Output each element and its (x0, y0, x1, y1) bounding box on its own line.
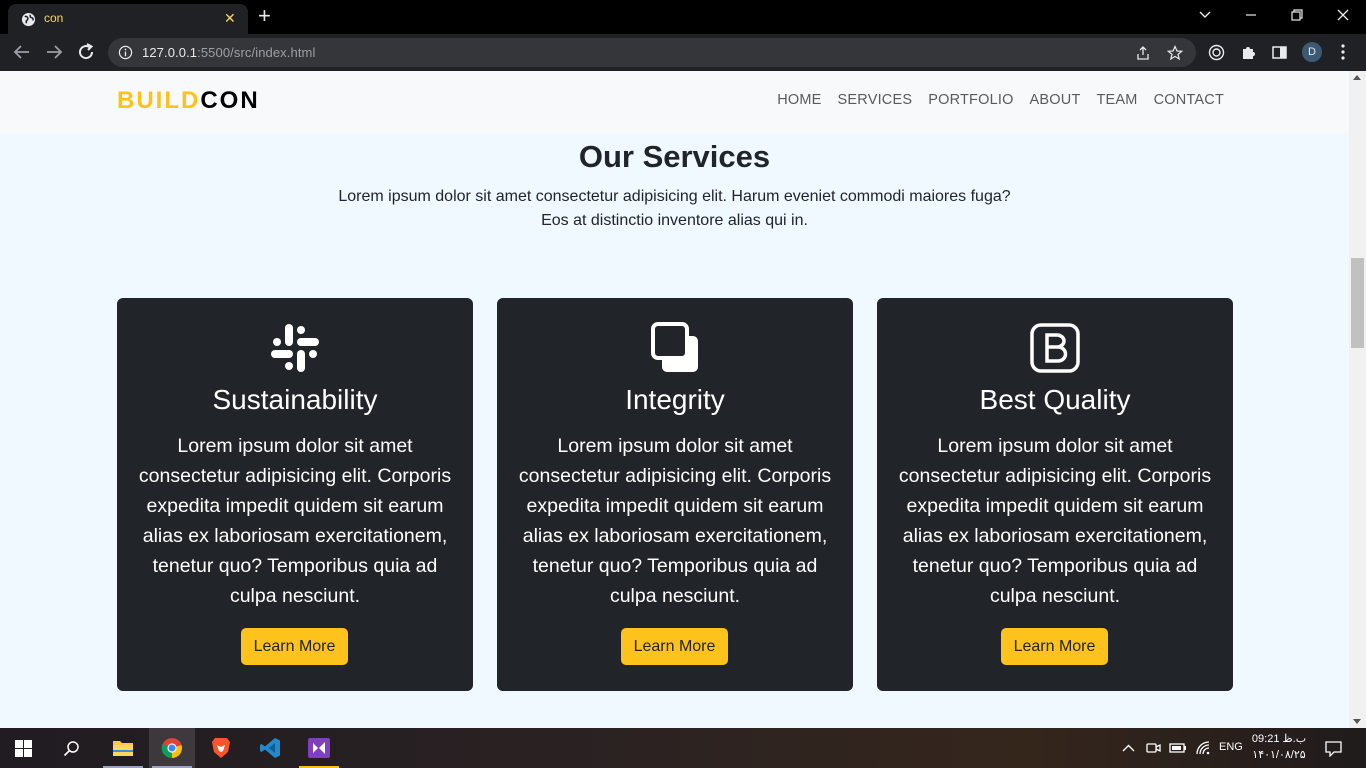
service-card-sustainability: Sustainability Lorem ipsum dolor sit ame… (117, 298, 473, 691)
tab-close-icon[interactable]: ✕ (224, 9, 236, 27)
windows-taskbar: ENG 09:21 ب.ظ ۱۴۰۱/۰۸/۲۵ (0, 728, 1366, 768)
minimize-icon[interactable] (1244, 8, 1258, 22)
menu-dots-icon[interactable] (1340, 42, 1346, 62)
brand-logo[interactable]: BUILDCON (117, 87, 260, 115)
section-title: Our Services (578, 139, 771, 174)
search-icon[interactable] (63, 740, 80, 757)
subtitle-line-1: Lorem ipsum dolor sit amet consectetur a… (338, 188, 1011, 205)
service-card-best-quality: Best Quality Lorem ipsum dolor sit amet … (877, 298, 1233, 691)
nav-team[interactable]: TEAM (1097, 92, 1138, 108)
card-text: Lorem ipsum dolor sit amet consectetur a… (138, 435, 452, 607)
scroll-up-arrow-icon[interactable] (1353, 75, 1361, 80)
taskbar-file-explorer[interactable] (100, 728, 146, 768)
meet-now-icon[interactable] (1145, 740, 1161, 756)
address-bar[interactable]: 127.0.0.1:5500/src/index.html (108, 38, 1196, 67)
brand-part-con: CON (200, 87, 260, 114)
tab-title: con (44, 11, 64, 25)
card-title: Integrity (625, 384, 725, 415)
nav-home[interactable]: HOME (777, 92, 821, 108)
close-window-icon[interactable] (1336, 8, 1350, 22)
service-card-integrity: Integrity Lorem ipsum dolor sit amet con… (497, 298, 853, 691)
nav-about[interactable]: ABOUT (1030, 92, 1081, 108)
taskbar-clock[interactable]: 09:21 ب.ظ ۱۴۰۱/۰۸/۲۵ (1246, 731, 1312, 763)
clock-date: ۱۴۰۱/۰۸/۲۵ (1252, 749, 1306, 761)
notifications-icon[interactable] (1325, 740, 1342, 757)
nav-portfolio[interactable]: PORTFOLIO (928, 92, 1013, 108)
taskbar-chrome[interactable] (149, 728, 195, 768)
globe-icon (21, 12, 36, 27)
info-icon[interactable] (118, 45, 133, 60)
taskbar-vscode[interactable] (247, 728, 293, 768)
card-text: Lorem ipsum dolor sit amet consectetur a… (518, 435, 832, 607)
site-navbar: BUILDCON HOME SERVICES PORTFOLIO ABOUT T… (0, 71, 1349, 134)
extension-record-icon[interactable] (1208, 44, 1225, 61)
back-icon[interactable] (10, 40, 34, 64)
card-title: Sustainability (212, 384, 378, 415)
share-icon[interactable] (1135, 45, 1151, 61)
scroll-down-arrow-icon[interactable] (1353, 719, 1361, 724)
side-panel-icon[interactable] (1271, 44, 1288, 61)
url-text: 127.0.0.1:5500/src/index.html (142, 45, 315, 60)
profile-avatar[interactable]: D (1302, 42, 1322, 62)
card-title: Best Quality (979, 384, 1131, 415)
windows-start-icon[interactable] (15, 740, 32, 757)
copy-icon (651, 322, 698, 372)
brand-part-build: BUILD (117, 87, 201, 114)
restore-icon[interactable] (1290, 8, 1304, 22)
subtitle-line-2: Eos at distinctio inventore alias qui in… (541, 212, 808, 229)
clock-time: 09:21 ب.ظ (1251, 733, 1307, 745)
scrollbar-thumb[interactable] (1351, 258, 1364, 348)
learn-more-button[interactable]: Learn More (621, 628, 728, 665)
taskbar-visual-studio[interactable] (296, 728, 342, 768)
new-tab-button[interactable]: + (258, 4, 271, 28)
visual-studio-icon (308, 738, 330, 758)
vscode-icon (260, 738, 280, 758)
tab-search-icon[interactable] (1198, 8, 1212, 22)
bootstrap-icon (1030, 323, 1080, 373)
browser-tab[interactable]: con ✕ (8, 4, 248, 34)
star-icon[interactable] (1167, 45, 1183, 61)
browser-tab-bar: con ✕ + (0, 0, 1366, 34)
extensions-puzzle-icon[interactable] (1240, 44, 1257, 61)
section-subtitle: Lorem ipsum dolor sit amet consectetur a… (300, 185, 1049, 233)
battery-icon[interactable] (1169, 740, 1187, 756)
chrome-icon (161, 738, 182, 759)
url-path: :5500/src/index.html (197, 45, 316, 60)
slack-icon (271, 324, 319, 372)
brave-lion-icon (212, 738, 230, 758)
nav-contact[interactable]: CONTACT (1154, 92, 1224, 108)
wifi-icon[interactable] (1195, 740, 1211, 756)
page-viewport: BUILDCON HOME SERVICES PORTFOLIO ABOUT T… (0, 71, 1349, 728)
input-language[interactable]: ENG (1219, 741, 1243, 753)
nav-services[interactable]: SERVICES (838, 92, 913, 108)
chevron-up-icon[interactable] (1122, 742, 1135, 755)
reload-icon[interactable] (74, 40, 98, 64)
taskbar-brave[interactable] (198, 728, 244, 768)
url-host: 127.0.0.1 (142, 45, 198, 60)
learn-more-button[interactable]: Learn More (1001, 628, 1108, 665)
folder-icon (113, 741, 133, 756)
browser-toolbar: 127.0.0.1:5500/src/index.html D (0, 34, 1366, 71)
forward-icon[interactable] (42, 40, 66, 64)
page-scrollbar[interactable] (1349, 71, 1366, 728)
card-text: Lorem ipsum dolor sit amet consectetur a… (898, 435, 1212, 607)
nav-links: HOME SERVICES PORTFOLIO ABOUT TEAM CONTA… (777, 92, 1224, 108)
learn-more-button[interactable]: Learn More (241, 628, 348, 665)
